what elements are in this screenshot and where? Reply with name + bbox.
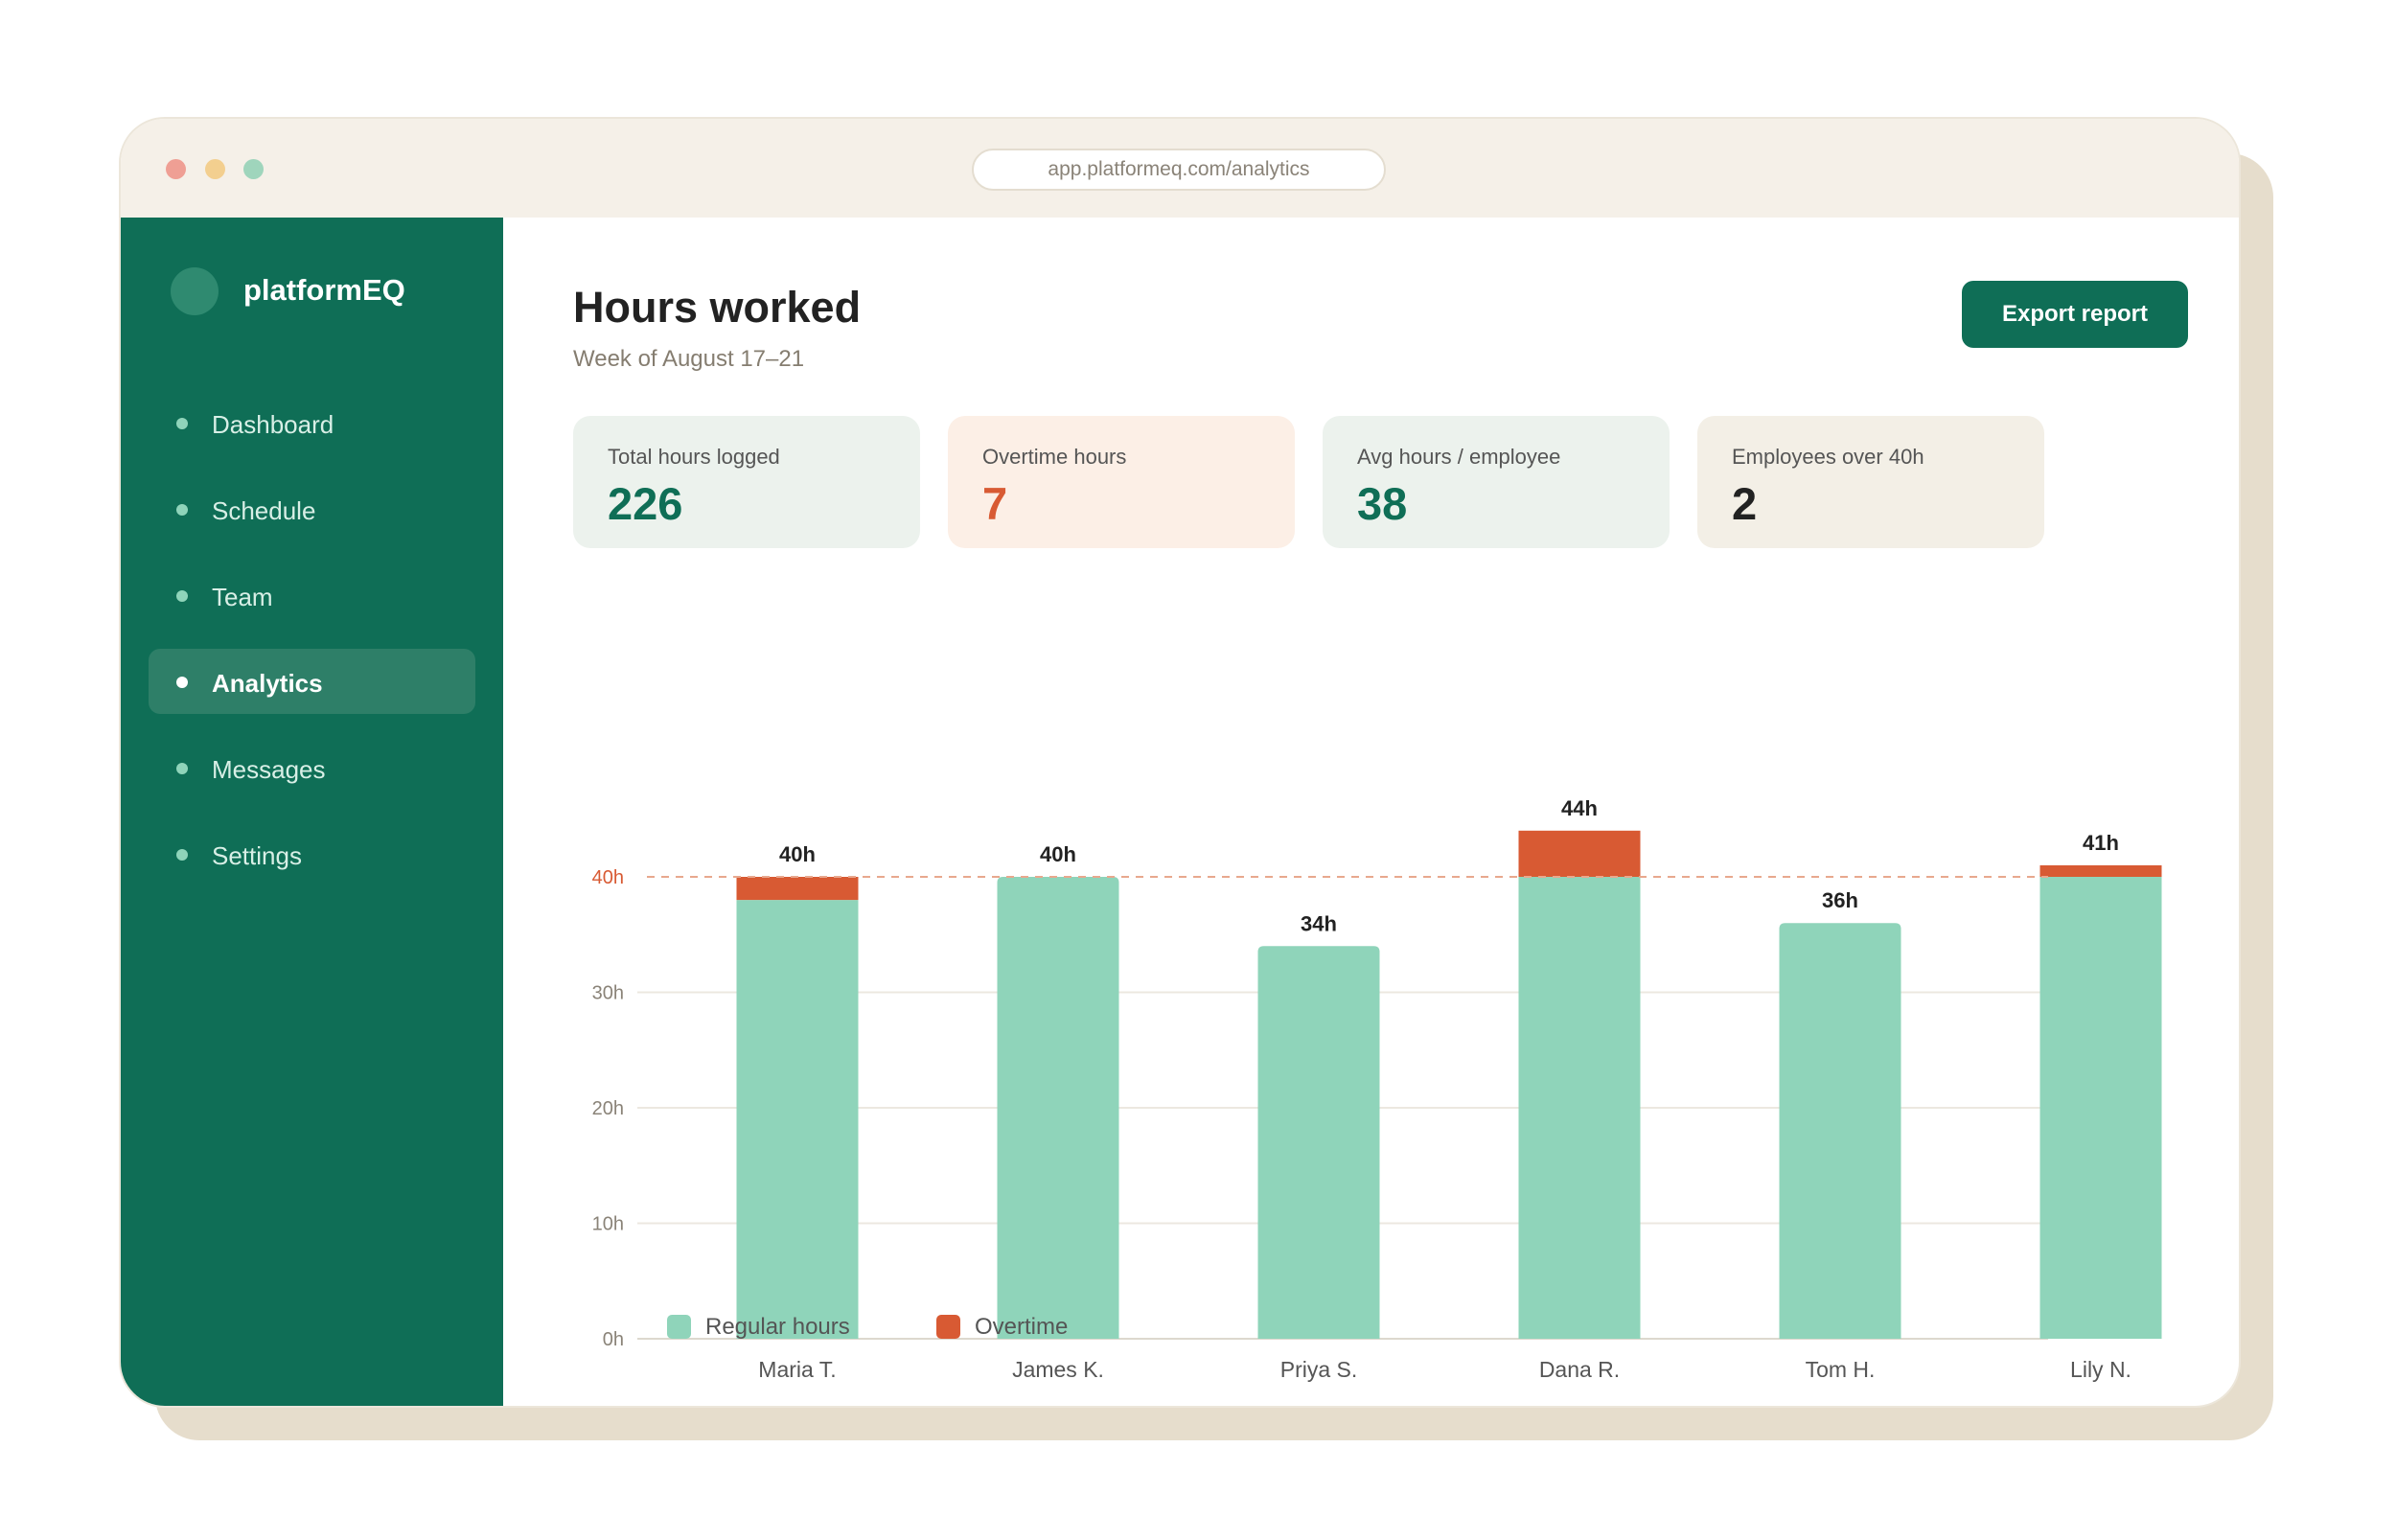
bar-regular [997,877,1119,1339]
bar-value-label: 36h [1822,888,1858,912]
legend-label: Overtime [975,1314,1069,1340]
nav-bullet-icon [176,677,188,688]
stat-card: Avg hours / employee 38 [1323,416,1670,548]
stat-card: Employees over 40h 2 [1697,416,2044,548]
stat-label: Employees over 40h [1732,445,1924,469]
bar-regular [736,900,859,1339]
bar-regular [1518,877,1641,1339]
sidebar-item-dashboard[interactable]: Dashboard [149,390,475,455]
bar-value-label: 40h [779,842,816,866]
stat-value: 7 [982,478,1008,529]
x-category-label: Dana R. [1539,1357,1620,1382]
page-title: Hours worked [573,283,862,332]
y-tick-label: 30h [592,983,624,1004]
legend-swatch [667,1315,691,1339]
bar-regular [1779,923,1901,1339]
sidebar-item-label: Settings [212,841,302,870]
nav-bullet-icon [176,504,188,516]
brand-logo-icon [171,267,219,315]
sidebar-item-settings[interactable]: Settings [149,821,475,886]
brand-name: platformEQ [243,273,405,307]
sidebar-item-schedule[interactable]: Schedule [149,476,475,541]
bar-regular [1257,946,1380,1339]
bar-value-label: 44h [1561,796,1598,820]
bar-overtime [2039,864,2162,877]
sidebar-item-label: Analytics [212,669,323,698]
stat-card: Total hours logged 226 [573,416,920,548]
sidebar-item-team[interactable]: Team [149,563,475,628]
export-report-button[interactable]: Export report [1962,281,2188,348]
sidebar-item-analytics[interactable]: Analytics [149,649,475,714]
y-tick-label: 20h [592,1098,624,1119]
bar-regular [2039,877,2162,1339]
page-subtitle: Week of August 17–21 [573,346,805,372]
nav-bullet-icon [176,763,188,774]
browser-window: app.platformeq.com/analytics platformEQ … [121,119,2239,1406]
sidebar-item-messages[interactable]: Messages [149,735,475,800]
legend-label: Regular hours [705,1314,850,1340]
maximize-window-icon[interactable] [243,159,264,179]
stat-label: Avg hours / employee [1357,445,1561,469]
hours-bar-chart: 0h 10h 20h 30h 40h 40h Maria T. 40h James K. 34h P… [592,796,2162,1382]
stat-card: Overtime hours 7 [948,416,1295,548]
x-category-label: Priya S. [1280,1357,1358,1382]
stat-value: 226 [608,478,683,529]
x-category-label: James K. [1012,1357,1104,1382]
bar-value-label: 40h [1040,842,1076,866]
bar-value-label: 41h [2083,831,2119,855]
address-bar[interactable]: app.platformeq.com/analytics [972,149,1386,191]
stat-label: Overtime hours [982,445,1127,469]
nav-bullet-icon [176,849,188,861]
threshold-label: 40h [592,867,624,888]
stat-value: 38 [1357,478,1408,529]
browser-titlebar: app.platformeq.com/analytics [121,119,2239,218]
sidebar-item-label: Schedule [212,496,316,525]
close-window-icon[interactable] [166,159,186,179]
bar-overtime [736,877,859,901]
sidebar: platformEQ Dashboard Schedule Team Analytic… [121,218,503,1406]
sidebar-item-label: Team [212,583,273,611]
main-content: Hours worked Week of August 17–21 Export… [503,218,2239,1406]
y-tick-label: 10h [592,1214,624,1235]
nav-bullet-icon [176,418,188,429]
sidebar-item-label: Dashboard [212,410,334,439]
bar-value-label: 34h [1301,911,1337,935]
stat-value: 2 [1732,478,1758,529]
minimize-window-icon[interactable] [205,159,225,179]
stat-label: Total hours logged [608,445,780,469]
sidebar-item-label: Messages [212,755,326,784]
x-category-label: Lily N. [2070,1357,2131,1382]
nav-bullet-icon [176,590,188,602]
legend-swatch [936,1315,960,1339]
bar-overtime [1518,830,1641,877]
x-category-label: Tom H. [1806,1357,1876,1382]
x-category-label: Maria T. [758,1357,836,1382]
y-tick-label: 0h [603,1329,624,1350]
